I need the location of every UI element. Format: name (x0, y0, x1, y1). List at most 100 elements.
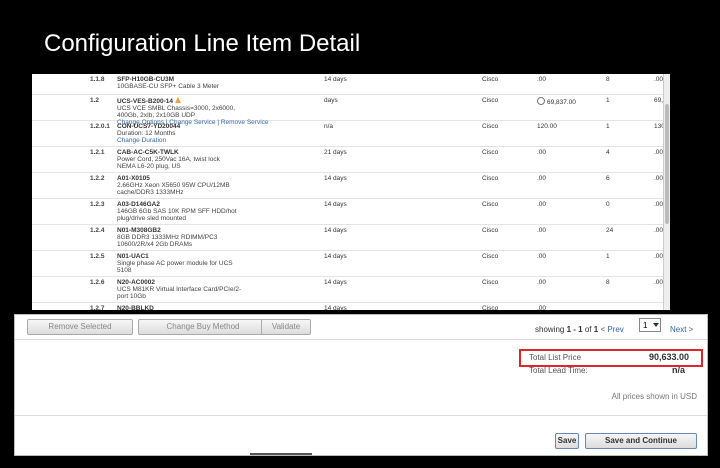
extended-price: .00 (654, 149, 664, 156)
lead-time: 14 days (324, 305, 347, 310)
prev-page-link[interactable]: < Prev (600, 325, 623, 334)
footer-bar (250, 453, 312, 455)
vendor: Cisco (482, 227, 499, 234)
part-number: SFP-H10GB-CU3M (117, 76, 175, 83)
unit-price: .00 (537, 305, 546, 310)
line-description-text: 400Gb, 2xIb, 2x10GB UDP (117, 112, 196, 119)
remove-selected-button[interactable]: Remove Selected (27, 319, 133, 335)
chevron-down-icon (653, 323, 659, 327)
part-number: A03-D146GA2 (117, 201, 160, 208)
page-select[interactable]: 1 (639, 318, 661, 332)
order-panel: Remove Selected Change Buy Method Valida… (14, 314, 708, 456)
pager-total: 1 (593, 325, 599, 334)
lead-time: 14 days (324, 76, 347, 83)
quantity: 1 (606, 97, 610, 104)
scrollbar-thumb[interactable] (665, 104, 669, 224)
line-description-text: Power Cord, 250Vac 16A, twist lock (117, 156, 220, 163)
table-scrollbar[interactable] (663, 74, 670, 310)
line-description: CON-UCS7-YD20044 Duration: 12 Months Chang… (117, 123, 180, 144)
currency-note: All prices shown in USD (611, 392, 697, 401)
unit-price-value: .00 (537, 253, 547, 260)
table-row: 1.2.1 CAB-AC-C5K-TWLK Power Cord, 250Vac 1… (32, 147, 670, 173)
vendor: Cisco (482, 279, 499, 286)
quantity: 0 (606, 201, 610, 208)
info-icon[interactable] (537, 97, 545, 105)
table-row: 1.2.7 N20-BBLKDCPU heat sink for UCS B200… (32, 303, 670, 310)
lead-time: days (324, 97, 338, 104)
unit-price: .00 (537, 175, 546, 182)
unit-price-value: .00 (537, 305, 547, 310)
line-number: 1.2.0.1 (90, 123, 110, 130)
line-number: 1.2.2 (90, 175, 105, 182)
vendor: Cisco (482, 201, 499, 208)
unit-price-value: .00 (537, 227, 547, 234)
table-row: 1.2.5 N01-UAC1 Single phase AC power modul… (32, 251, 670, 277)
lead-time: 14 days (324, 253, 347, 260)
unit-price: .00 (537, 227, 546, 234)
validate-button[interactable]: Validate (261, 319, 311, 335)
pager-range: 1 - 1 (566, 325, 583, 334)
total-lead-time-row: Total Lead Time: n/a (519, 365, 699, 377)
unit-price: .00 (537, 253, 546, 260)
line-description: N01-UAC1 Single phase AC power module for… (117, 253, 233, 274)
actions-divider (15, 415, 707, 416)
total-list-price-label: Total List Price (529, 353, 582, 362)
extended-price: .00 (654, 76, 664, 83)
extended-price: .00 (654, 227, 664, 234)
lead-time: 14 days (324, 201, 347, 208)
next-page-link[interactable]: Next > (670, 325, 693, 334)
table-row: 1.2.3 A03-D146GA2 146GB 6Gb SAS 10K RPM SF… (32, 199, 670, 225)
unit-price-value: .00 (537, 175, 547, 182)
line-description-text: 10600/2R/x4 2Gb DRAMs (117, 241, 193, 248)
line-description-text: 5108 (117, 267, 132, 274)
part-number: CAB-AC-C5K-TWLK (117, 149, 179, 156)
unit-price: 69,837.00 (537, 97, 576, 106)
lead-time: 14 days (324, 279, 347, 286)
line-description-text: UCS M81KR Virtual Interface Card/PCIe/2- (117, 286, 242, 293)
line-description-text: plug/drive sled mounted (117, 215, 187, 222)
vendor: Cisco (482, 123, 499, 130)
table-row: 1.1.8 SFP-H10GB-CU3M 10GBASE-CU SFP+ Cable… (32, 74, 670, 95)
save-and-continue-button[interactable]: Save and Continue (585, 433, 697, 449)
unit-price: .00 (537, 149, 546, 156)
line-description-text: cache/DDR3 1333MHz (117, 189, 184, 196)
part-number: CON-UCS7-YD20044 (117, 123, 181, 130)
line-description-text: Single phase AC power module for UCS (117, 260, 233, 267)
lead-time: 14 days (324, 175, 347, 182)
line-number: 1.2.6 (90, 279, 105, 286)
unit-price: 120.00 (537, 123, 557, 130)
part-number: A01-X0105 (117, 175, 150, 182)
line-number: 1.2 (90, 97, 100, 104)
line-action-links[interactable]: Change Duration (117, 137, 166, 144)
quantity: 8 (606, 76, 610, 83)
line-description-text: UCS VCE SMBL Chassis=3000, 2x6000, (117, 105, 236, 112)
part-number: N20-AC0002 (117, 279, 155, 286)
extended-price: .00 (654, 253, 664, 260)
unit-price: .00 (537, 279, 546, 286)
unit-price-value: .00 (537, 201, 547, 208)
save-button[interactable]: Save (555, 433, 579, 449)
extended-price: .00 (654, 279, 664, 286)
table-row: 1.2.6 N20-AC0002 UCS M81KR Virtual Interfa… (32, 277, 670, 303)
toolbar-divider (15, 339, 707, 340)
change-buy-method-button[interactable]: Change Buy Method (138, 319, 268, 335)
vendor: Cisco (482, 76, 499, 83)
line-number: 1.2.7 (90, 305, 105, 310)
unit-price-value: .00 (537, 149, 547, 156)
slide-title: Configuration Line Item Detail (44, 30, 361, 57)
table-row: 1.2 UCS-VES-B200-14 UCS VCE SMBL Chassis=3… (32, 95, 670, 126)
part-number: UCS-VES-B200-14 (117, 98, 173, 105)
table-row: 1.2.2 A01-X0105 2.66GHz Xeon X5650 95W CPU… (32, 173, 670, 199)
extended-price: .00 (654, 201, 664, 208)
unit-price-value: 120.00 (537, 123, 557, 130)
line-description-text: port 10Gb (117, 293, 146, 300)
line-description: A03-D146GA2 146GB 6Gb SAS 10K RPM SFF HDD… (117, 201, 237, 222)
vendor: Cisco (482, 253, 499, 260)
pager-of: of (584, 325, 592, 334)
line-description: A01-X0105 2.66GHz Xeon X5650 95W CPU/12MB… (117, 175, 230, 196)
vendor: Cisco (482, 175, 499, 182)
unit-price: .00 (537, 76, 546, 83)
unit-price: .00 (537, 201, 546, 208)
line-description-text: 2.66GHz Xeon X5650 95W CPU/12MB (117, 182, 230, 189)
part-number: N20-BBLKD (117, 305, 154, 310)
